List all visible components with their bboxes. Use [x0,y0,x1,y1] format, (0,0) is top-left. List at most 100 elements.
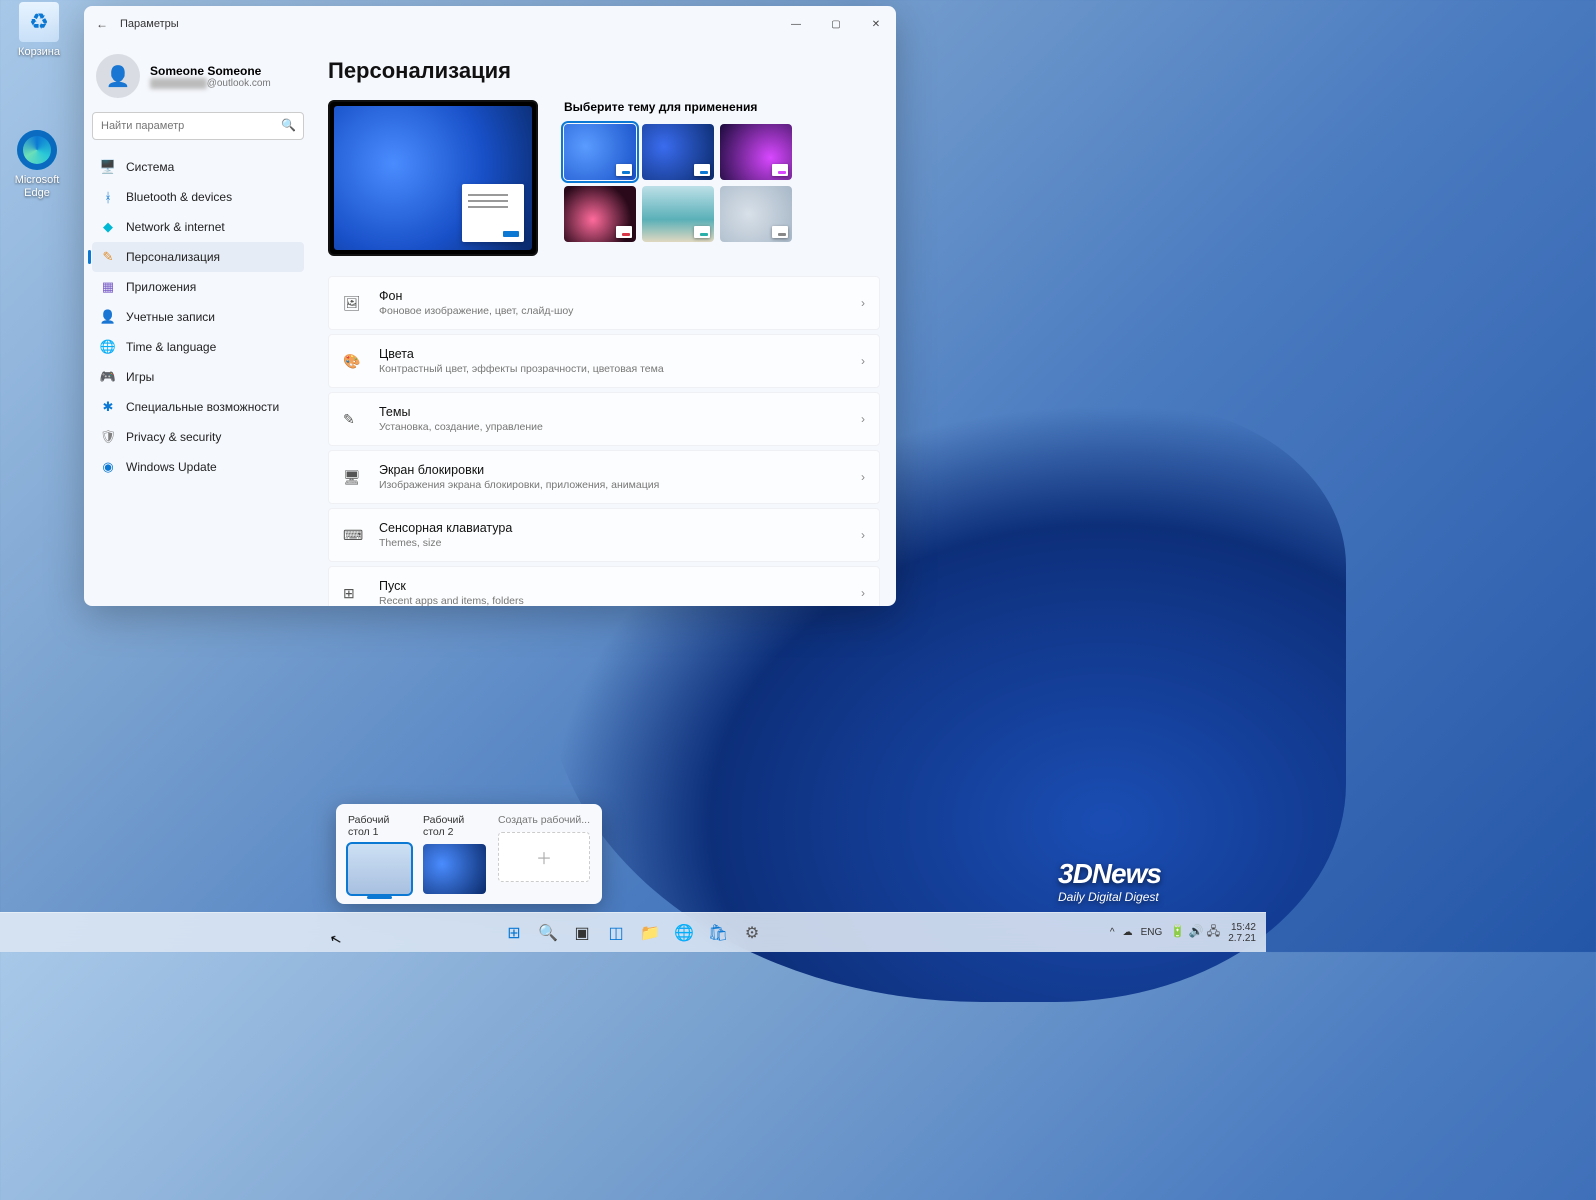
plus-icon[interactable]: ＋ [498,832,590,882]
chevron-right-icon: › [861,528,865,542]
chevron-right-icon: › [861,354,865,368]
sidebar-item-privacy[interactable]: 🛡 Privacy & security [92,422,304,452]
setting-desc: Фоновое изображение, цвет, слайд-шоу [379,305,861,317]
virtual-desktop-label: Рабочий стол 2 [423,814,486,838]
theme-tile-flow[interactable] [720,186,792,242]
taskbar-clock[interactable]: 15:42 2.7.21 [1228,922,1256,944]
theme-tile-captured-motion[interactable] [564,186,636,242]
gaming-icon: 🎮 [100,369,116,385]
profile-name: Someone Someone [150,64,271,78]
setting-item-start[interactable]: ⊞ Пуск Recent apps and items, folders › [328,566,880,606]
sidebar-item-accessibility[interactable]: ✱ Специальные возможности [92,392,304,422]
settings-search[interactable]: 🔍 [92,112,304,140]
sidebar-item-time-language[interactable]: 🌐 Time & language [92,332,304,362]
sidebar-item-label: Игры [126,370,154,384]
privacy-icon: 🛡 [100,429,116,445]
chevron-right-icon: › [861,296,865,310]
theme-swatch [772,164,788,176]
window-titlebar[interactable]: ← Параметры — ▢ ✕ [84,6,896,42]
setting-item-touch-keyboard[interactable]: ⌨ Сенсорная клавиатура Themes, size › [328,508,880,562]
window-close-button[interactable]: ✕ [856,6,896,42]
theme-preview-large[interactable] [328,100,538,256]
new-virtual-desktop[interactable]: Создать рабочий... ＋ [498,814,590,894]
desktop-icon-recycle-bin[interactable]: Корзина [4,2,74,59]
setting-item-background[interactable]: 🖼 Фон Фоновое изображение, цвет, слайд-ш… [328,276,880,330]
tray-language[interactable]: ENG [1141,927,1163,938]
taskbar-store-button[interactable]: 🛍 [704,919,732,947]
chevron-right-icon: › [861,586,865,600]
bluetooth-icon: ᚼ [100,189,116,205]
accounts-icon: 👤 [100,309,116,325]
setting-title: Экран блокировки [379,463,861,477]
profile-block[interactable]: 👤 Someone Someone ████████@outlook.com [92,48,304,108]
settings-sidebar: 👤 Someone Someone ████████@outlook.com 🔍… [84,42,312,606]
sidebar-item-windows-update[interactable]: ◉ Windows Update [92,452,304,482]
search-input[interactable] [92,112,304,140]
theme-tile-light-bloom[interactable] [564,124,636,180]
system-icon: 🖥️ [100,159,116,175]
setting-item-lock-screen[interactable]: 🖥 Экран блокировки Изображения экрана бл… [328,450,880,504]
taskbar-explorer-button[interactable]: 📁 [636,919,664,947]
recycle-bin-icon [19,2,59,42]
sidebar-item-personalization[interactable]: ✎ Персонализация [92,242,304,272]
edge-icon [17,130,57,170]
setting-desc: Изображения экрана блокировки, приложени… [379,479,861,491]
back-button[interactable]: ← [84,17,120,31]
sidebar-item-gaming[interactable]: 🎮 Игры [92,362,304,392]
taskbar-edge-button[interactable]: 🌐 [670,919,698,947]
theme-tile-sunrise[interactable] [642,186,714,242]
setting-desc: Recent apps and items, folders [379,595,861,606]
taskbar-widgets-button[interactable]: ◫ [602,919,630,947]
start-icon: ⊞ [343,585,363,602]
sidebar-item-system[interactable]: 🖥️ Система [92,152,304,182]
new-desktop-label: Создать рабочий... [498,814,590,826]
sidebar-item-label: Privacy & security [126,430,221,444]
settings-window: ← Параметры — ▢ ✕ 👤 Someone Someone ████… [84,6,896,606]
window-title: Параметры [120,18,179,30]
lock-screen-icon: 🖥 [343,469,363,486]
desktop-icon-edge[interactable]: Microsoft Edge [2,130,72,200]
setting-title: Темы [379,405,861,419]
desktop-icon-label: Корзина [4,46,74,59]
sidebar-item-bluetooth[interactable]: ᚼ Bluetooth & devices [92,182,304,212]
profile-email: ████████@outlook.com [150,78,271,89]
system-tray[interactable]: ^ ☁ ENG 🔋 🔊 🖧 15:42 2.7.21 [1110,922,1266,944]
taskbar-taskview-button[interactable]: ▣ [568,919,596,947]
window-minimize-button[interactable]: — [776,6,816,42]
sidebar-item-network[interactable]: ◆ Network & internet [92,212,304,242]
theme-tile-dark-bloom[interactable] [642,124,714,180]
setting-title: Пуск [379,579,861,593]
theme-tile-glow[interactable] [720,124,792,180]
setting-item-colors[interactable]: 🎨 Цвета Контрастный цвет, эффекты прозра… [328,334,880,388]
tray-chevron-icon[interactable]: ^ [1110,927,1115,938]
virtual-desktop-thumb[interactable] [423,844,486,894]
theme-swatch [616,164,632,176]
desktop-icon-label: Microsoft Edge [2,174,72,200]
tray-status-icons[interactable]: 🔋 🔊 🖧 [1170,922,1220,943]
sidebar-item-label: Bluetooth & devices [126,190,232,204]
watermark-logo: 3DNews Daily Digital Digest [1058,858,1258,904]
taskbar: ⊞🔍▣◫📁🌐🛍⚙ ^ ☁ ENG 🔋 🔊 🖧 15:42 2.7.21 [0,912,1266,952]
taskview-popup: Рабочий стол 1 Рабочий стол 2 Создать ра… [336,804,602,904]
page-title: Персонализация [328,58,880,84]
virtual-desktop-1[interactable]: Рабочий стол 1 [348,814,411,894]
onedrive-icon[interactable]: ☁ [1123,927,1133,938]
virtual-desktop-label: Рабочий стол 1 [348,814,411,838]
themes-icon: ✎ [343,411,363,428]
setting-item-themes[interactable]: ✎ Темы Установка, создание, управление › [328,392,880,446]
network-icon: ◆ [100,219,116,235]
taskbar-start-button[interactable]: ⊞ [500,919,528,947]
taskbar-search-button[interactable]: 🔍 [534,919,562,947]
colors-icon: 🎨 [343,353,363,370]
sidebar-item-accounts[interactable]: 👤 Учетные записи [92,302,304,332]
sidebar-item-label: Персонализация [126,250,220,264]
setting-title: Фон [379,289,861,303]
window-maximize-button[interactable]: ▢ [816,6,856,42]
sidebar-item-label: Windows Update [126,460,217,474]
sidebar-item-apps[interactable]: ▦ Приложения [92,272,304,302]
apps-icon: ▦ [100,279,116,295]
touch-keyboard-icon: ⌨ [343,527,363,544]
taskbar-settings-button[interactable]: ⚙ [738,919,766,947]
virtual-desktop-2[interactable]: Рабочий стол 2 [423,814,486,894]
virtual-desktop-thumb[interactable] [348,844,411,894]
